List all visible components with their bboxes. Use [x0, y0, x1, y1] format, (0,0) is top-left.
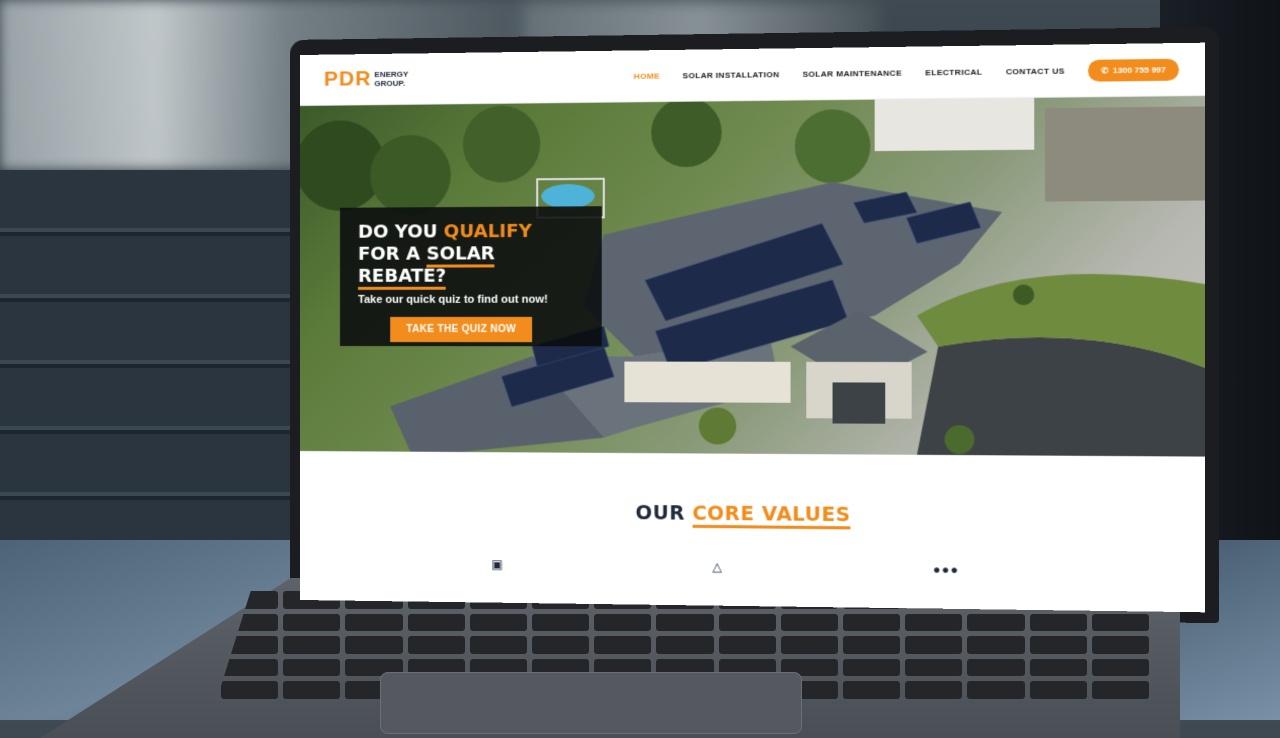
site-logo[interactable]: PDR ENERGY GROUP.: [324, 67, 408, 92]
laptop-trackpad: [380, 672, 802, 734]
quiz-heading-prefix: DO YOU: [358, 221, 444, 243]
logo-sub-line1: ENERGY: [374, 69, 409, 80]
camera-icon: ▣: [491, 557, 503, 572]
main-nav: HOME SOLAR INSTALLATION SOLAR MAINTENANC…: [634, 58, 1179, 86]
hero-banner: DO YOU QUALIFY FOR A SOLAR REBATE? Take …: [300, 95, 1206, 457]
nav-home[interactable]: HOME: [634, 71, 660, 80]
nav-electrical[interactable]: ELECTRICAL: [925, 67, 982, 77]
quiz-subtitle: Take our quick quiz to find out now!: [358, 293, 548, 306]
phone-button[interactable]: ✆ 1300 755 997: [1088, 58, 1179, 82]
nav-solar-installation[interactable]: SOLAR INSTALLATION: [683, 69, 780, 79]
phone-icon: ✆: [1101, 65, 1109, 75]
logo-sub-line2: GROUP.: [374, 78, 406, 89]
quiz-heading-highlight: QUALIFY: [443, 220, 532, 243]
nav-solar-maintenance[interactable]: SOLAR MAINTENANCE: [802, 68, 901, 78]
logo-mark: PDR: [323, 67, 372, 91]
take-quiz-button[interactable]: TAKE THE QUIZ NOW: [390, 316, 533, 343]
logo-subtitle: ENERGY GROUP.: [374, 70, 408, 89]
rebate-quiz-card: DO YOU QUALIFY FOR A SOLAR REBATE? Take …: [339, 206, 602, 347]
nav-contact-us[interactable]: CONTACT US: [1006, 66, 1065, 76]
core-values-icons: ▣ △ ●●●: [300, 555, 1205, 597]
quiz-heading-line1: DO YOU QUALIFY: [358, 221, 583, 244]
core-values-prefix: OUR: [635, 501, 693, 525]
core-values-heading: OUR CORE VALUES: [300, 499, 1205, 530]
laptop-screen: PDR ENERGY GROUP. HOME SOLAR INSTALLATIO…: [300, 42, 1206, 613]
quiz-heading2-prefix: FOR A: [358, 243, 427, 265]
phone-number: 1300 755 997: [1112, 64, 1166, 75]
quiz-heading-line2: FOR A SOLAR REBATE?: [358, 243, 583, 290]
shield-icon: △: [712, 559, 722, 575]
team-icon: ●●●: [932, 562, 960, 577]
core-values-section: OUR CORE VALUES ▣ △ ●●●: [300, 451, 1206, 613]
core-values-highlight: CORE VALUES: [692, 502, 851, 530]
